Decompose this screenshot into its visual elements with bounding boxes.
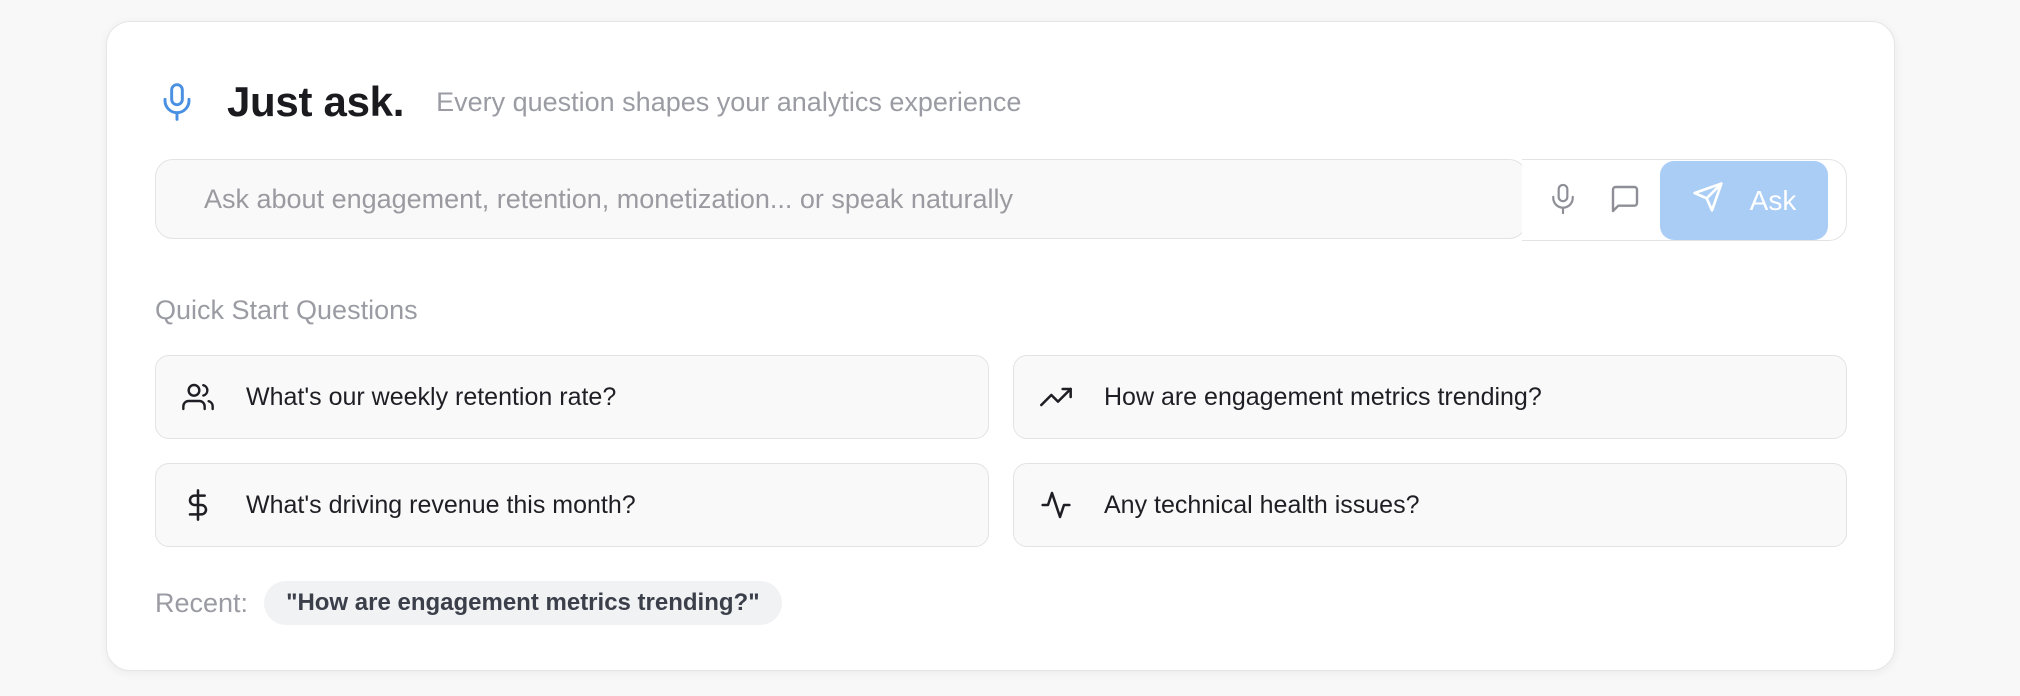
trending-up-icon — [1036, 377, 1076, 417]
panel-header: Just ask. Every question shapes your ana… — [157, 72, 1021, 132]
ask-button-label: Ask — [1749, 184, 1797, 216]
ask-input[interactable] — [155, 159, 1527, 239]
quick-question-revenue[interactable]: What's driving revenue this month? — [155, 463, 989, 547]
quick-start-title: Quick Start Questions — [155, 295, 418, 325]
page-subtitle: Every question shapes your analytics exp… — [436, 86, 1022, 117]
users-icon — [178, 377, 218, 417]
chat-mode-button[interactable] — [1605, 181, 1645, 221]
send-icon — [1692, 181, 1724, 220]
page-title: Just ask. — [227, 78, 405, 125]
quick-question-retention[interactable]: What's our weekly retention rate? — [155, 355, 989, 439]
recent-question-chip[interactable]: "How are engagement metrics trending?" — [264, 581, 782, 625]
voice-input-button[interactable] — [1543, 181, 1583, 221]
recent-label: Recent: — [155, 587, 249, 618]
ask-bar: Ask — [155, 159, 1847, 241]
quick-question-label: What's our weekly retention rate? — [246, 382, 617, 411]
quick-question-engagement[interactable]: How are engagement metrics trending? — [1013, 355, 1847, 439]
activity-icon — [1036, 485, 1076, 525]
quick-question-label: What's driving revenue this month? — [246, 490, 636, 519]
quick-question-label: How are engagement metrics trending? — [1104, 382, 1542, 411]
dollar-icon — [178, 485, 218, 525]
microphone-icon — [1550, 182, 1576, 221]
ask-panel: Just ask. Every question shapes your ana… — [106, 21, 1895, 671]
ask-button[interactable]: Ask — [1660, 161, 1828, 240]
chat-bubble-icon — [1609, 183, 1641, 220]
quick-question-technical-health[interactable]: Any technical health issues? — [1013, 463, 1847, 547]
recent-questions: Recent: "How are engagement metrics tren… — [155, 580, 782, 626]
quick-question-label: Any technical health issues? — [1104, 490, 1420, 519]
microphone-icon — [157, 82, 197, 122]
